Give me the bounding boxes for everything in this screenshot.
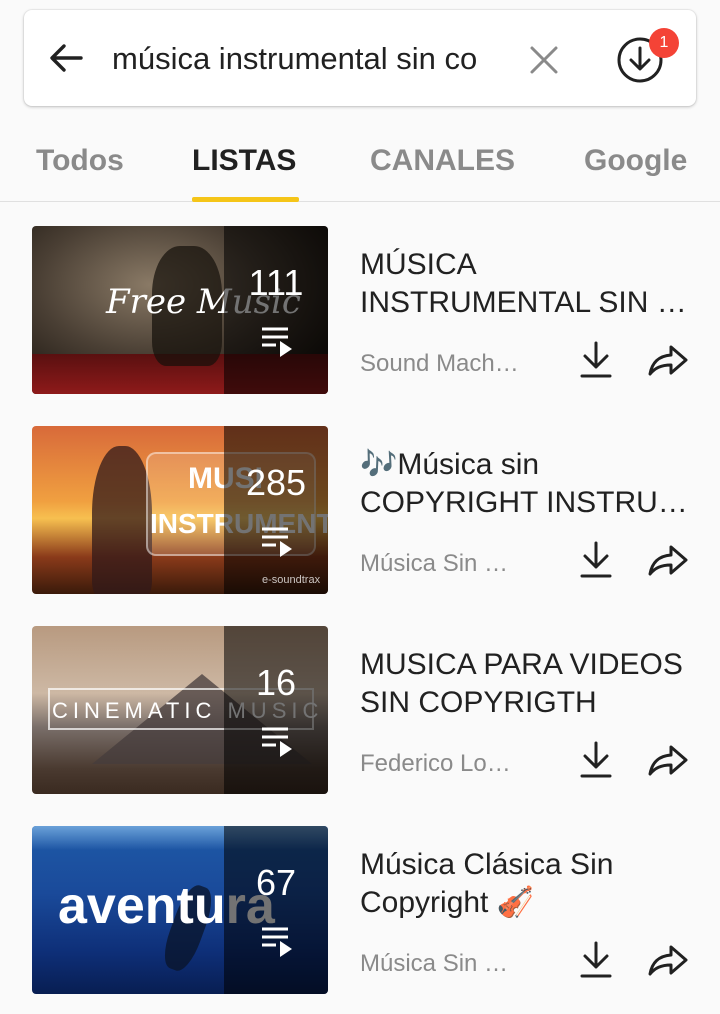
- search-bar: música instrumental sin co: [24, 10, 696, 106]
- search-input[interactable]: música instrumental sin co: [112, 38, 510, 80]
- playlist-title-line: Música Clásica Sin: [360, 848, 614, 881]
- share-button[interactable]: [644, 738, 692, 782]
- playlist-channel[interactable]: Música Sin C…: [360, 550, 520, 578]
- playlist-icon: [262, 527, 292, 557]
- playlist-thumbnail[interactable]: Free Music 111: [32, 226, 328, 394]
- download-icon: [580, 541, 612, 578]
- share-button[interactable]: [644, 538, 692, 582]
- playlist-item[interactable]: Free Music 111 MÚSICA INSTRUMENTAL SIN ……: [0, 226, 720, 396]
- download-button[interactable]: [574, 938, 618, 982]
- download-button[interactable]: [574, 538, 618, 582]
- playlist-title[interactable]: MÚSICA INSTRUMENTAL SIN …: [360, 246, 690, 322]
- playlist-item[interactable]: MUSI INSTRUMENTAL 285 e-soundtrax 🎶Músic…: [0, 426, 720, 596]
- clear-button[interactable]: [524, 40, 564, 80]
- playlist-title-line: Copyright 🎻: [360, 886, 535, 919]
- share-button[interactable]: [644, 338, 692, 382]
- playlist-icon: [262, 927, 292, 957]
- download-icon: [580, 741, 612, 778]
- close-icon: [530, 46, 558, 74]
- tab-todos[interactable]: Todos: [36, 144, 124, 184]
- playlist-title-line: COPYRIGHT INSTRU…: [360, 486, 688, 519]
- playlist-title-line: MÚSICA: [360, 248, 477, 281]
- active-tab-indicator: [192, 197, 299, 202]
- thumbnail-overlay: [224, 426, 328, 594]
- playlist-title[interactable]: 🎶Música sin COPYRIGHT INSTRU…: [360, 446, 690, 522]
- playlist-title-line: MUSICA PARA VIDEOS: [360, 648, 683, 681]
- video-count: 16: [255, 662, 297, 703]
- playlist-title[interactable]: Música Clásica Sin Copyright 🎻: [360, 846, 690, 922]
- playlist-title[interactable]: MUSICA PARA VIDEOS SIN COPYRIGTH: [360, 646, 690, 722]
- tab-google[interactable]: Google: [584, 144, 687, 184]
- back-button[interactable]: [46, 38, 86, 78]
- playlist-thumbnail[interactable]: CINEMATIC MUSIC 16: [32, 626, 328, 794]
- playlist-channel[interactable]: Sound Machi…: [360, 350, 520, 378]
- thumbnail-figure: [92, 446, 152, 594]
- playlist-icon: [262, 327, 292, 357]
- download-icon: [580, 941, 612, 978]
- arrow-left-icon: [50, 44, 83, 72]
- video-count: 67: [255, 862, 297, 903]
- download-button[interactable]: [574, 338, 618, 382]
- thumbnail-overlay: [224, 226, 328, 394]
- playlist-title-line: 🎶Música sin: [360, 448, 540, 481]
- playlist-item[interactable]: aventura 67 Música Clásica Sin Copyright…: [0, 826, 720, 996]
- playlist-item[interactable]: CINEMATIC MUSIC 16 MUSICA PARA VIDEOS SI…: [0, 626, 720, 796]
- download-count-badge: 1: [649, 28, 679, 58]
- tab-listas[interactable]: LISTAS: [192, 144, 296, 184]
- share-icon: [648, 945, 688, 976]
- playlist-thumbnail[interactable]: MUSI INSTRUMENTAL 285 e-soundtrax: [32, 426, 328, 594]
- share-icon: [648, 745, 688, 776]
- playlist-icon: [262, 727, 292, 757]
- share-icon: [648, 345, 688, 376]
- download-icon: [580, 341, 612, 378]
- playlist-title-line: SIN COPYRIGTH: [360, 686, 597, 719]
- playlist-channel[interactable]: Federico Lopez: [360, 750, 520, 778]
- thumbnail-overlay: [224, 626, 328, 794]
- video-count: 111: [248, 262, 304, 303]
- share-button[interactable]: [644, 938, 692, 982]
- thumbnail-watermark: e-soundtrax: [262, 574, 321, 586]
- playlist-thumbnail[interactable]: aventura 67: [32, 826, 328, 994]
- playlist-title-line: INSTRUMENTAL SIN …: [360, 286, 687, 319]
- download-button[interactable]: [574, 738, 618, 782]
- video-count: 285: [245, 462, 307, 503]
- thumbnail-overlay: [224, 826, 328, 994]
- share-icon: [648, 545, 688, 576]
- tab-bar: Todos LISTAS CANALES Google: [0, 120, 720, 202]
- playlist-channel[interactable]: Música Sin C…: [360, 950, 520, 978]
- tab-canales[interactable]: CANALES: [370, 144, 515, 184]
